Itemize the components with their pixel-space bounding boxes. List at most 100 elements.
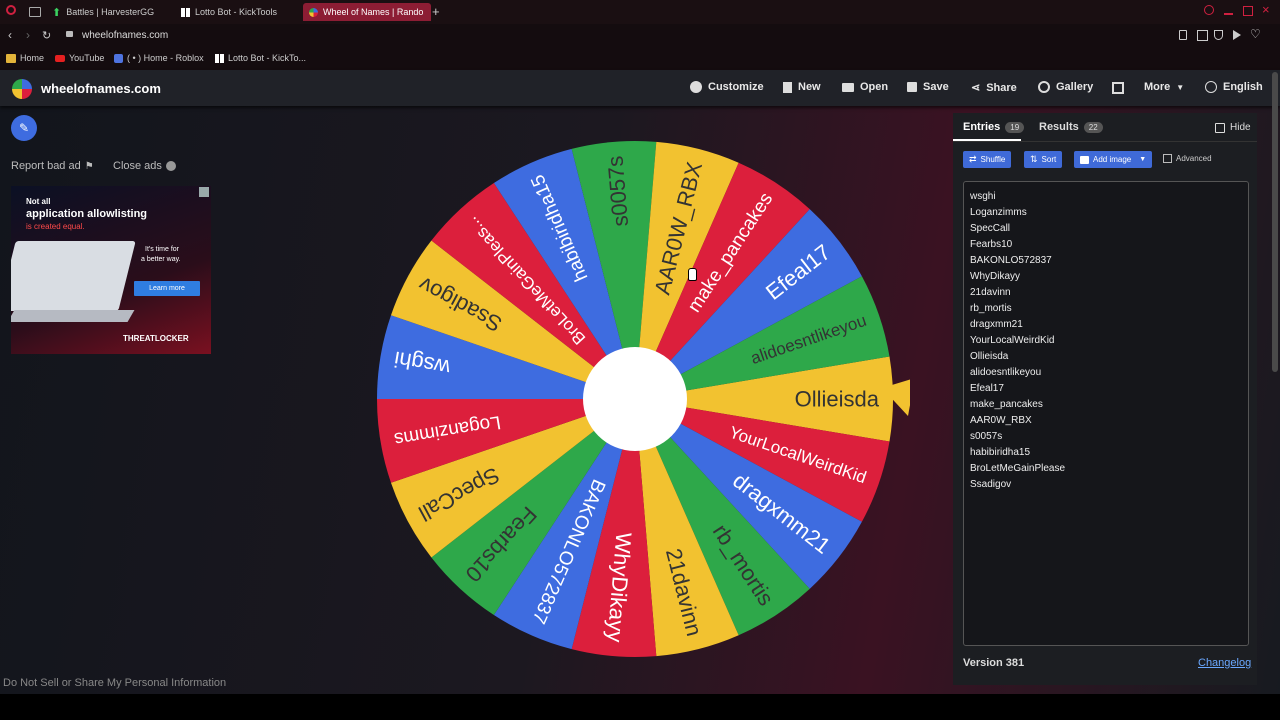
entry-line: SpecCall: [970, 223, 1011, 234]
wheel-center-hub[interactable]: [583, 347, 687, 451]
page-scrollbar[interactable]: [1272, 72, 1278, 372]
bookmark-roblox[interactable]: ( • ) Home - Roblox: [114, 53, 204, 63]
bookmark-youtube[interactable]: YouTube: [55, 53, 104, 63]
ad-laptop-base: [11, 310, 135, 322]
ad-text-4: It's time for: [145, 246, 180, 253]
entry-line: rb_mortis: [970, 303, 1012, 314]
more-button[interactable]: More ▼: [1144, 81, 1184, 93]
tab-label: Battles | HarvesterGG: [66, 7, 155, 17]
search-icon[interactable]: [1204, 5, 1214, 15]
close-icon[interactable]: ×: [1262, 2, 1270, 17]
heart-icon[interactable]: ♡: [1250, 27, 1261, 41]
ad-text-3: is created equal.: [26, 222, 85, 231]
entries-textarea[interactable]: wsghi Loganzimms SpecCall Fearbs10 BAKONLO57…: [963, 181, 1249, 646]
language-button[interactable]: English: [1205, 81, 1263, 93]
snapshot-icon[interactable]: [1197, 30, 1208, 41]
sort-label: Sort: [1041, 155, 1057, 164]
gallery-label: Gallery: [1056, 81, 1094, 93]
grid-icon: [215, 53, 224, 63]
entry-line: Ssadigov: [970, 479, 1012, 490]
sort-icon: ⇅: [1030, 154, 1038, 164]
more-label: More: [1144, 81, 1171, 93]
bookmark-label: ( • ) Home - Roblox: [127, 53, 204, 63]
ad-brand: THREATLOCKER: [123, 334, 189, 343]
gallery-button[interactable]: Gallery: [1038, 81, 1093, 93]
wheel-icon: [309, 7, 318, 17]
share-icon: ⋖: [971, 82, 981, 94]
sort-button[interactable]: ⇅ Sort: [1024, 151, 1063, 168]
entry-line: dragxmm21: [970, 319, 1023, 330]
entry-line: YourLocalWeirdKid: [970, 335, 1055, 346]
changelog-link[interactable]: Changelog: [1198, 657, 1251, 669]
add-image-button[interactable]: Add image ▼: [1074, 151, 1153, 168]
minimize-icon[interactable]: [1224, 13, 1233, 15]
language-label: English: [1223, 81, 1263, 93]
save-button[interactable]: Save: [907, 81, 949, 93]
hide-label: Hide: [1230, 122, 1251, 133]
cursor-hand-icon: [688, 268, 697, 281]
site-title[interactable]: wheelofnames.com: [41, 81, 161, 96]
fullscreen-icon[interactable]: [1112, 82, 1124, 94]
tab-entries[interactable]: Entries 19: [963, 121, 1025, 133]
open-button[interactable]: Open: [842, 81, 888, 93]
entry-line: Ollieisda: [970, 351, 1009, 362]
forward-icon[interactable]: ›: [26, 28, 30, 42]
workspaces-icon[interactable]: [29, 7, 41, 17]
bookmark-lotto-bot[interactable]: Lotto Bot - KickTo...: [215, 53, 306, 63]
bookmark-label: YouTube: [69, 53, 105, 63]
ad-banner[interactable]: Not all application allowlisting is crea…: [11, 186, 211, 354]
palette-icon: [690, 81, 702, 93]
tab-results[interactable]: Results 22: [1039, 121, 1103, 133]
shuffle-button[interactable]: ⇄ Shuffle: [963, 151, 1012, 168]
shuffle-label: Shuffle: [980, 155, 1006, 164]
shield-icon[interactable]: [1214, 30, 1223, 40]
opera-logo-icon[interactable]: [6, 5, 16, 15]
tab-wheel-of-names[interactable]: Wheel of Names | Rando: [303, 3, 431, 21]
floppy-icon: [907, 82, 917, 92]
youtube-icon: [55, 54, 65, 62]
pin-icon[interactable]: [1179, 30, 1187, 40]
panel-divider: [953, 141, 1257, 142]
folder-icon: [842, 82, 854, 92]
edit-button[interactable]: ✎: [11, 115, 37, 141]
entry-line: AAR0W_RBX: [970, 415, 1032, 426]
play-icon[interactable]: [1233, 30, 1241, 40]
hide-checkbox[interactable]: Hide: [1215, 122, 1251, 133]
save-label: Save: [923, 81, 949, 93]
ad-text-2: application allowlisting: [26, 208, 148, 220]
maximize-icon[interactable]: [1243, 6, 1253, 16]
ad-text-5: a better way.: [141, 256, 181, 263]
customize-button[interactable]: Customize: [690, 81, 764, 93]
tab-battles[interactable]: ⬆ Battles | HarvesterGG: [52, 3, 154, 21]
browser-tab-bar: ⬆ Battles | HarvesterGG Lotto Bot - Kick…: [0, 0, 1280, 24]
url-field[interactable]: wheelofnames.com: [82, 30, 168, 41]
entry-line: alidoesntlikeyou: [970, 367, 1042, 378]
chevron-down-icon: ▼: [1176, 82, 1185, 92]
entry-line: wsghi: [970, 191, 996, 202]
entries-tab-label: Entries: [963, 121, 1001, 133]
report-bad-ad-link[interactable]: Report bad ad ⚑: [11, 160, 94, 172]
site-logo-icon[interactable]: [12, 79, 32, 99]
reload-icon[interactable]: ↻: [42, 29, 51, 42]
advanced-checkbox[interactable]: Advanced: [1163, 154, 1212, 163]
checkbox-icon: [1163, 154, 1172, 163]
roblox-icon: [114, 53, 123, 63]
tab-label: Wheel of Names | Rando: [323, 7, 424, 17]
share-button[interactable]: ⋖ Share: [971, 81, 1017, 95]
do-not-sell-link[interactable]: Do Not Sell or Share My Personal Informa…: [3, 677, 226, 689]
wheel[interactable]: OllieisdaYourLocalWeirdKiddragxmm21rb_mo…: [370, 135, 910, 665]
close-ads-link[interactable]: Close ads: [113, 160, 176, 172]
entry-line: 21davinn: [970, 287, 1011, 298]
new-tab-icon[interactable]: +: [432, 4, 440, 19]
open-label: Open: [860, 81, 889, 93]
report-label: Report bad ad: [11, 160, 81, 172]
ad-info-icon[interactable]: [199, 187, 209, 197]
back-icon[interactable]: ‹: [8, 28, 12, 42]
checkbox-icon: [1215, 122, 1225, 133]
ad-learn-more-button[interactable]: Learn more: [134, 281, 200, 296]
new-button[interactable]: New: [783, 81, 821, 93]
file-icon: [783, 81, 792, 93]
tab-lotto-bot[interactable]: Lotto Bot - KickTools: [181, 3, 277, 21]
bookmark-home[interactable]: Home: [6, 53, 44, 63]
ad-laptop-image: [11, 241, 136, 311]
